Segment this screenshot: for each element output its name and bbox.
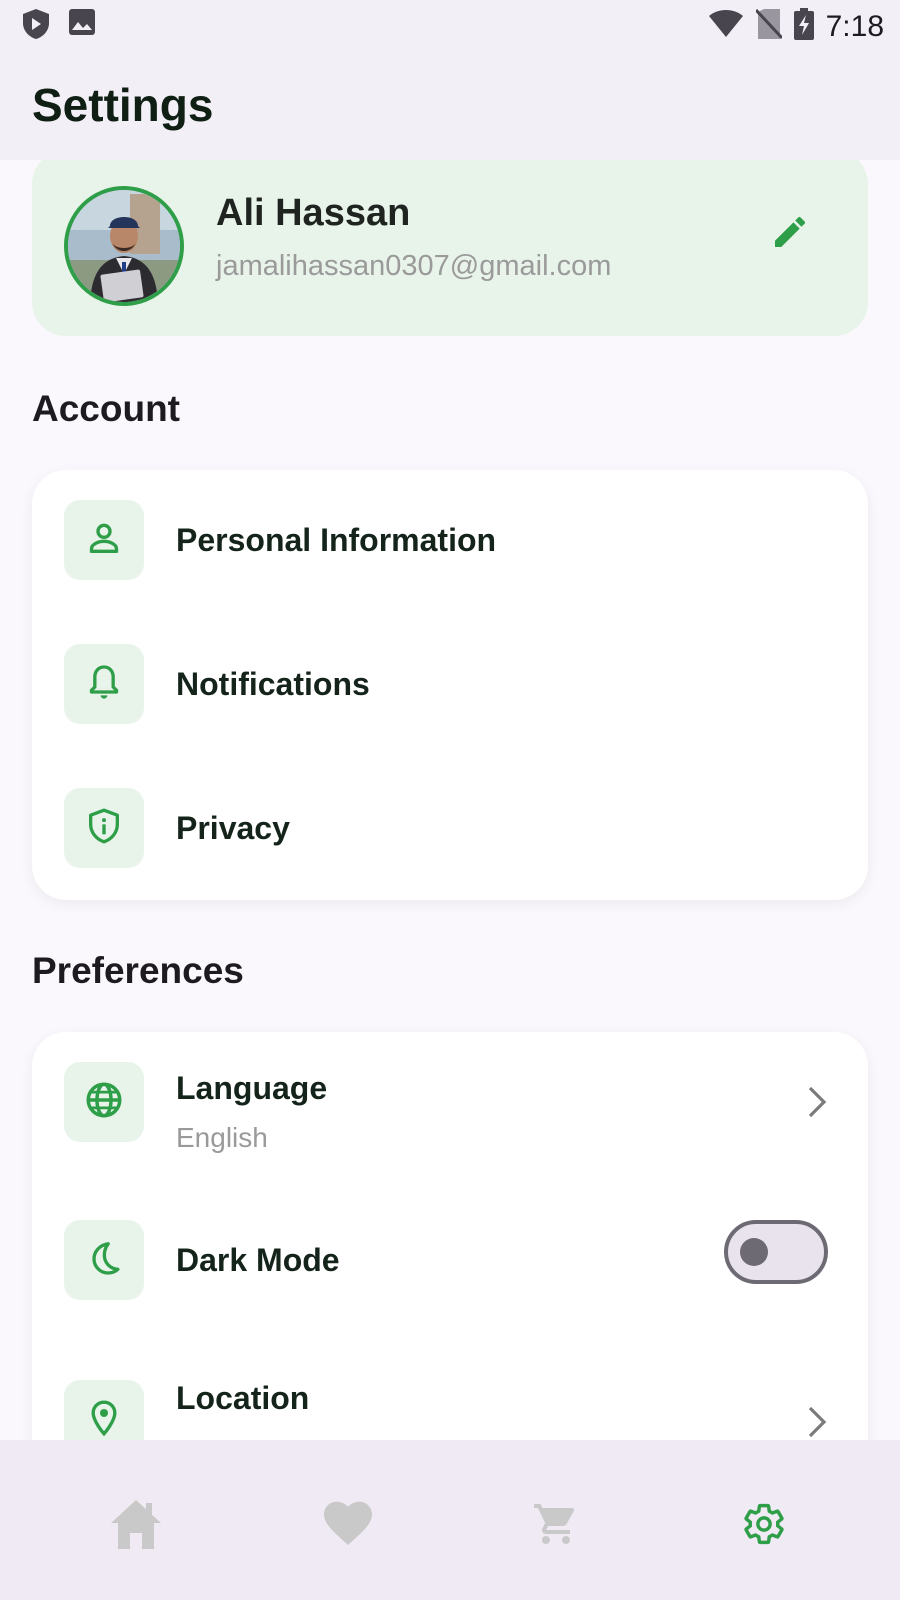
dark-mode-toggle[interactable] <box>724 1220 828 1284</box>
no-sim-icon <box>754 8 783 45</box>
settings-item-label: Personal Information <box>176 522 497 558</box>
nav-cart[interactable] <box>526 1496 586 1556</box>
preferences-card: Language English Dark Mode Location <box>32 1032 868 1440</box>
settings-item-label: Dark Mode <box>176 1242 340 1278</box>
app-bar: Settings <box>0 50 900 160</box>
notifications-icon-box <box>64 644 144 724</box>
wifi-icon <box>708 9 744 44</box>
account-card: Personal Information Notifications Priva… <box>32 470 868 900</box>
toggle-knob <box>740 1238 768 1266</box>
chevron-right-icon <box>802 1402 832 1440</box>
location-icon-box <box>64 1380 144 1440</box>
globe-icon <box>83 1079 125 1126</box>
bottom-nav <box>0 1440 900 1600</box>
language-icon-box <box>64 1062 144 1142</box>
settings-item-location[interactable]: Location <box>32 1350 868 1440</box>
settings-item-privacy[interactable]: Privacy <box>32 758 868 878</box>
settings-content[interactable]: Ali Hassan jamalihassan0307@gmail.com Ac… <box>0 160 900 1440</box>
heart-icon <box>323 1501 373 1552</box>
edit-profile-button[interactable] <box>762 206 818 262</box>
gear-icon <box>741 1501 787 1552</box>
preferences-section-title: Preferences <box>32 950 244 991</box>
chevron-right-icon <box>802 1082 832 1122</box>
nav-home[interactable] <box>106 1496 166 1556</box>
settings-item-label: Language <box>176 1070 328 1106</box>
person-icon <box>84 518 124 563</box>
profile-email: jamalihassan0307@gmail.com <box>216 250 612 282</box>
battery-charging-icon <box>793 8 814 45</box>
language-value: English <box>176 1122 268 1153</box>
nav-favorites[interactable] <box>318 1496 378 1556</box>
shield-icon <box>84 806 124 851</box>
image-icon <box>68 8 96 45</box>
cart-icon <box>532 1500 580 1553</box>
avatar <box>64 186 184 306</box>
settings-item-label: Notifications <box>176 666 370 702</box>
settings-item-dark-mode: Dark Mode <box>32 1190 868 1330</box>
play-protect-icon <box>22 8 50 45</box>
settings-item-notifications[interactable]: Notifications <box>32 614 868 734</box>
moon-icon <box>84 1238 124 1283</box>
settings-item-language[interactable]: Language English <box>32 1032 868 1192</box>
location-pin-icon <box>84 1398 124 1441</box>
settings-item-label: Location <box>176 1380 310 1416</box>
profile-card[interactable]: Ali Hassan jamalihassan0307@gmail.com <box>32 160 868 336</box>
clock: 7:18 <box>825 9 884 43</box>
privacy-icon-box <box>64 788 144 868</box>
account-section-title: Account <box>32 388 180 429</box>
pencil-icon <box>770 212 810 257</box>
bell-icon <box>84 662 124 707</box>
profile-name: Ali Hassan <box>216 192 411 234</box>
status-bar: 7:18 <box>0 0 900 50</box>
personal-info-icon-box <box>64 500 144 580</box>
home-icon <box>108 1497 164 1556</box>
page-title: Settings <box>32 79 214 131</box>
settings-item-label: Privacy <box>176 810 290 846</box>
dark-mode-icon-box <box>64 1220 144 1300</box>
nav-settings[interactable] <box>734 1496 794 1556</box>
settings-item-personal-information[interactable]: Personal Information <box>32 470 868 590</box>
